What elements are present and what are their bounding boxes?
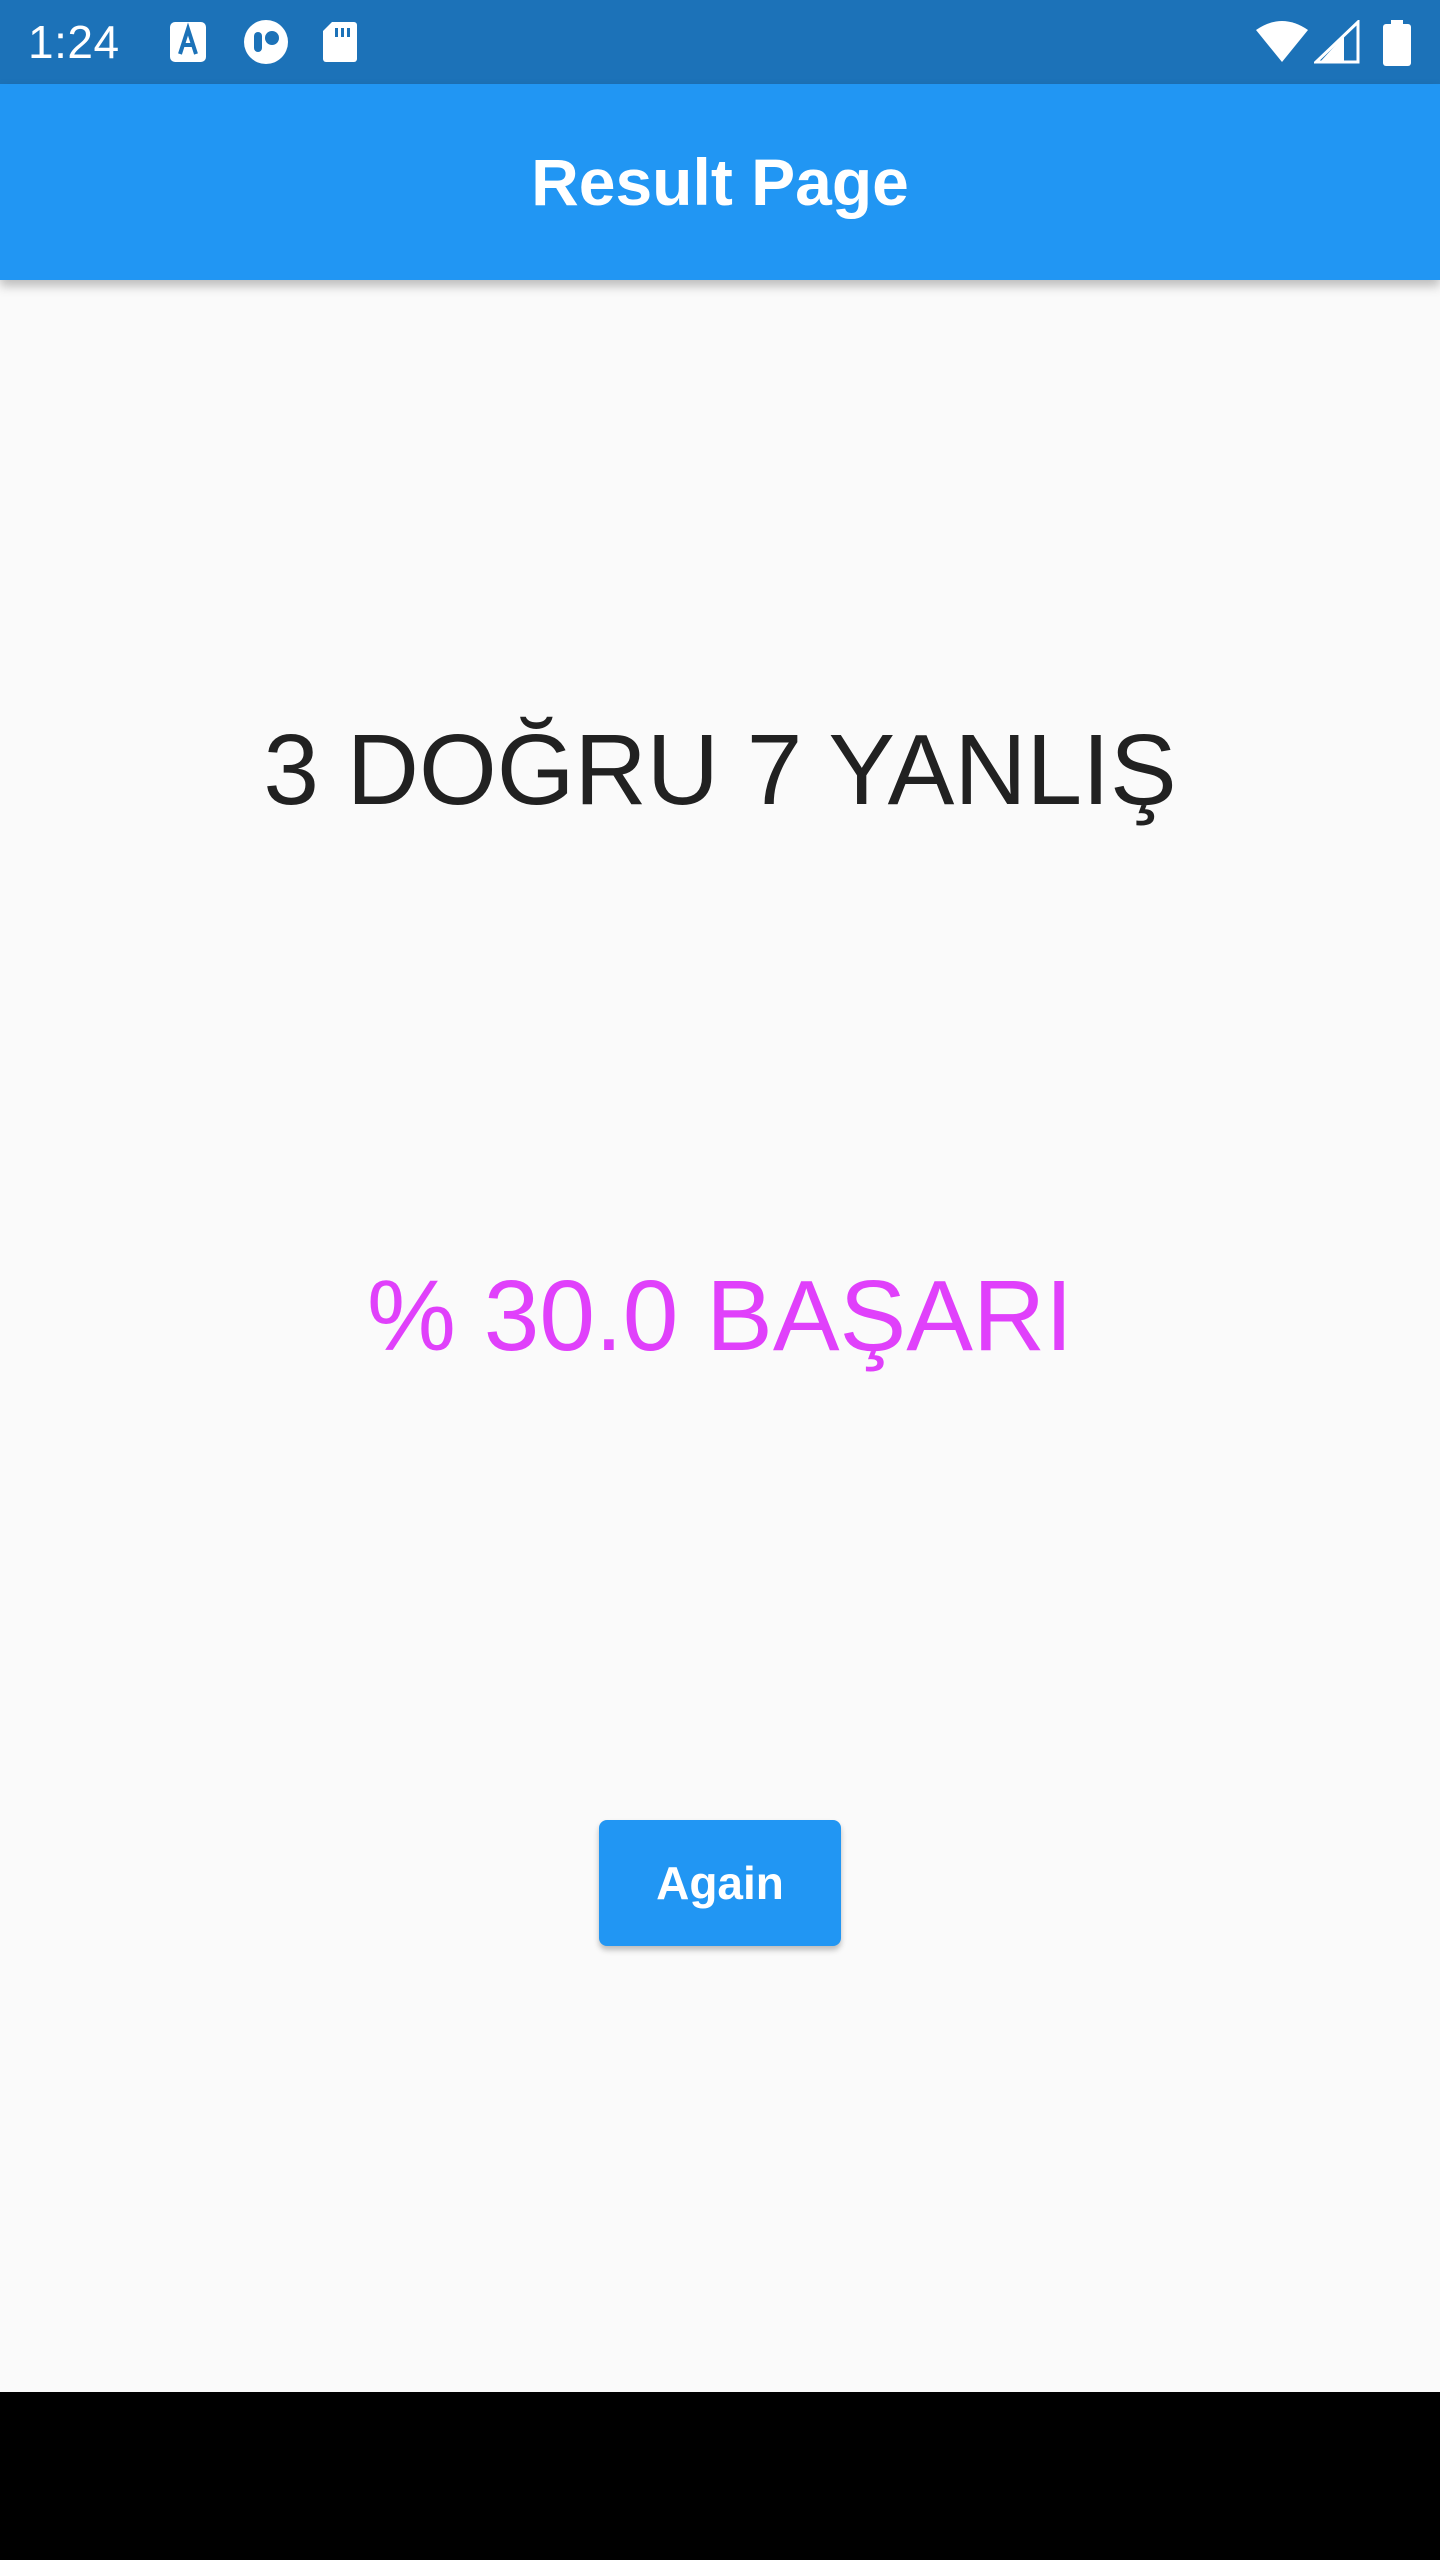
app-bar: Result Page — [0, 84, 1440, 280]
again-button[interactable]: Again — [599, 1820, 841, 1946]
navigation-bar-area — [0, 2392, 1440, 2560]
score-text: 3 DOĞRU 7 YANLIŞ — [263, 714, 1177, 826]
toggle-icon — [240, 20, 292, 64]
battery-icon — [1382, 20, 1412, 66]
success-rate-text: % 30.0 BAŞARI — [367, 1260, 1073, 1372]
status-time: 1:24 — [28, 16, 120, 68]
wifi-icon — [1256, 20, 1308, 64]
status-bar: 1:24 — [0, 0, 1440, 84]
font-download-icon — [168, 20, 208, 64]
screen: 1:24 Result Page 3 DOĞRU 7 YANLIŞ % 30.0… — [0, 0, 1440, 2560]
sd-card-icon — [322, 20, 358, 64]
signal-icon — [1314, 20, 1360, 64]
result-content: 3 DOĞRU 7 YANLIŞ % 30.0 BAŞARI Again — [0, 280, 1440, 2392]
page-title: Result Page — [531, 145, 909, 219]
